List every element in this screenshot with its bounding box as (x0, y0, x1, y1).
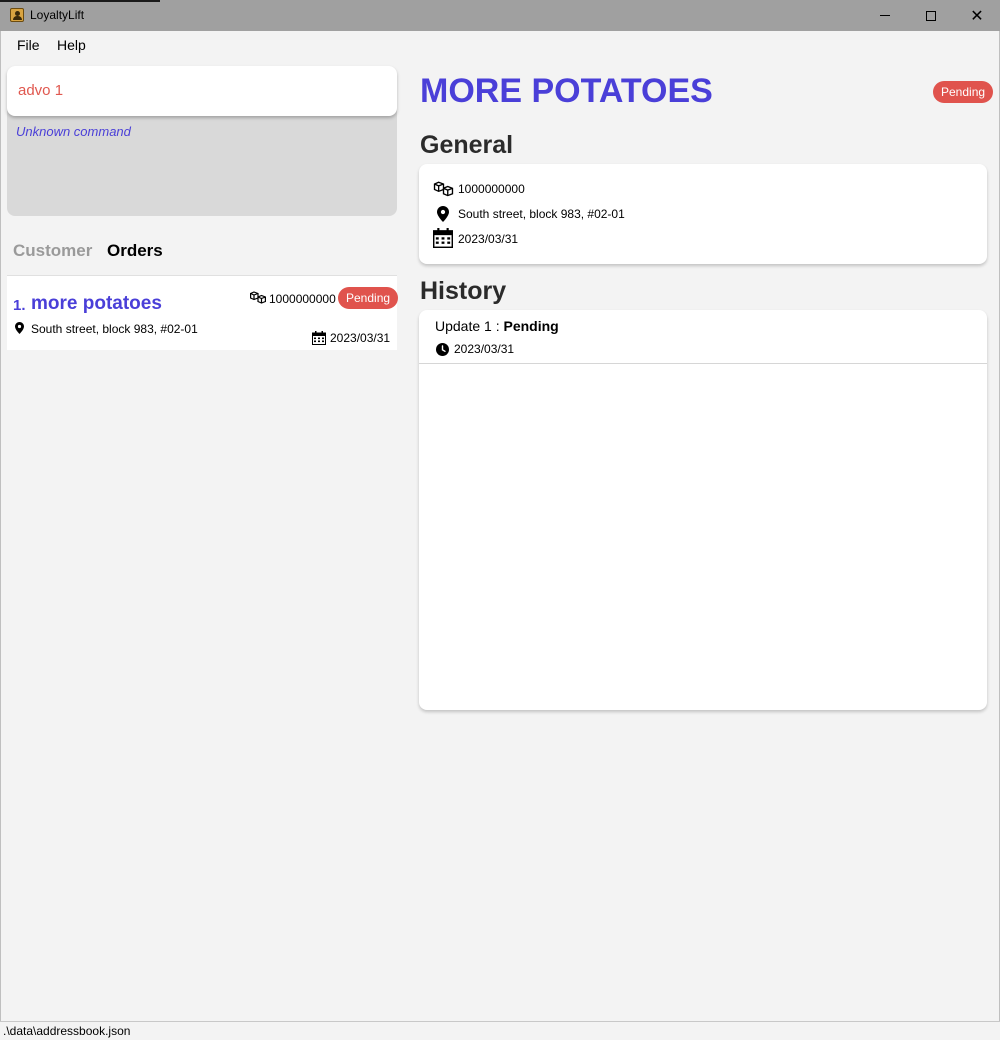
cubes-icon (433, 181, 454, 197)
app-icon (10, 8, 24, 22)
menu-bar: File Help (0, 31, 1000, 59)
status-bar: .\data\addressbook.json (0, 1021, 1000, 1040)
history-date: 2023/03/31 (454, 342, 515, 356)
result-message: Unknown command (16, 124, 131, 139)
order-index: 1. (13, 297, 26, 314)
order-name: more potatoes (31, 293, 162, 314)
minimize-button[interactable] (862, 0, 908, 31)
maximize-icon (926, 10, 936, 21)
history-status: Pending (503, 318, 559, 334)
history-update-label: Update 1 : (435, 318, 504, 334)
title-accent-line (0, 0, 160, 2)
tab-orders[interactable]: Orders (107, 241, 163, 261)
general-address: South street, block 983, #02-01 (458, 207, 625, 221)
menu-help[interactable]: Help (57, 37, 86, 53)
history-card: Update 1 : Pending 2023/03/31 (419, 310, 987, 710)
title-bar: LoyaltyLift ✕ (0, 0, 1000, 31)
map-marker-icon (437, 206, 449, 222)
detail-status-badge: Pending (933, 81, 994, 103)
window-border-left (0, 31, 1, 1040)
command-input[interactable]: advo 1 (7, 66, 397, 116)
menu-file[interactable]: File (17, 37, 40, 53)
order-quantity: 1000000000 (269, 292, 336, 306)
history-entry-label: Update 1 : Pending (435, 318, 559, 334)
history-heading: History (420, 277, 507, 305)
history-entry: Update 1 : Pending 2023/03/31 (419, 310, 987, 364)
page-title: MORE POTATOES (420, 72, 713, 110)
cubes-icon (250, 291, 266, 304)
general-quantity: 1000000000 (458, 182, 525, 196)
general-card: 1000000000 South street, block 983, #02-… (419, 164, 987, 264)
file-path: .\data\addressbook.json (3, 1024, 131, 1038)
tab-customer[interactable]: Customer (13, 241, 92, 261)
minimize-icon (880, 15, 890, 16)
calendar-icon (433, 228, 453, 248)
close-button[interactable]: ✕ (954, 0, 1000, 31)
map-marker-icon (15, 322, 24, 334)
window-title: LoyaltyLift (30, 8, 85, 22)
status-badge: Pending (338, 287, 399, 309)
clock-icon (436, 343, 449, 356)
order-address: South street, block 983, #02-01 (31, 322, 198, 336)
list-item[interactable]: 1. more potatoes 1000000000 Pending Sout… (7, 275, 399, 350)
calendar-icon (312, 331, 326, 345)
maximize-button[interactable] (908, 0, 954, 31)
command-text: advo 1 (18, 82, 64, 99)
order-date: 2023/03/31 (330, 331, 391, 345)
general-heading: General (420, 131, 514, 159)
general-date: 2023/03/31 (458, 232, 519, 246)
close-icon: ✕ (970, 5, 984, 25)
